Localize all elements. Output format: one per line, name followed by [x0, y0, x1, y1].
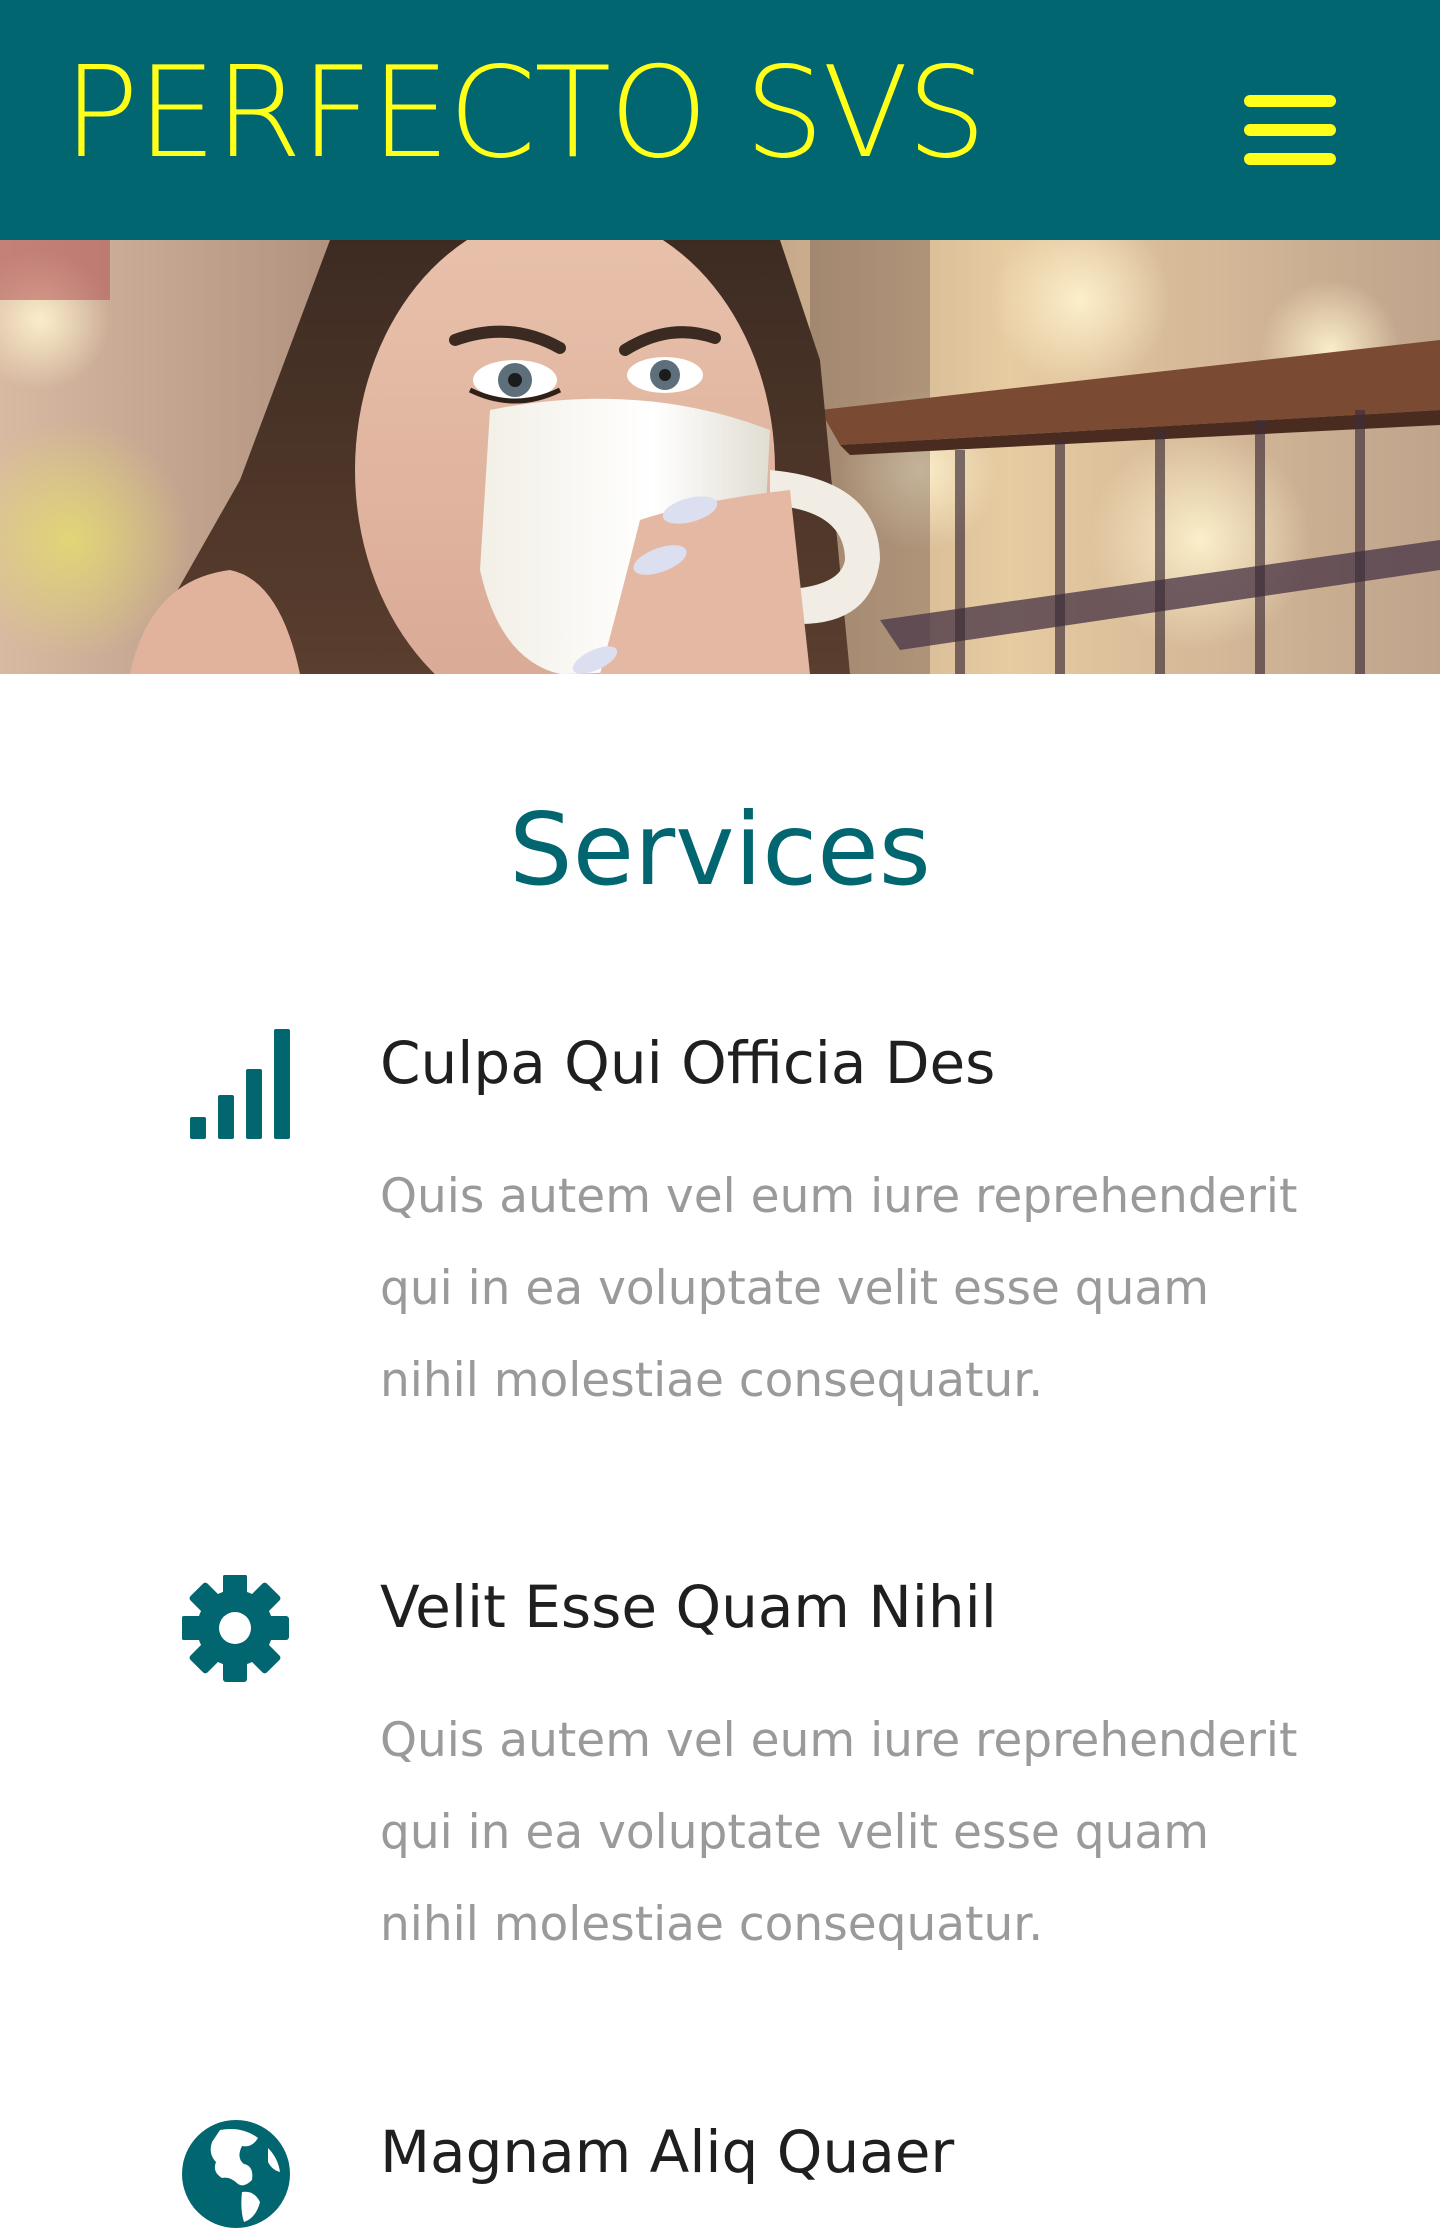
site-header: PERFECTO SVS — [0, 0, 1440, 240]
globe-icon — [182, 2118, 292, 2234]
gear-icon — [181, 1574, 292, 1691]
brand-logo-text[interactable]: PERFECTO SVS — [63, 38, 987, 188]
service-title: Velit Esse Quam Nihil — [380, 1573, 997, 1641]
signal-bars-icon — [182, 1025, 292, 1141]
service-title: Magnam Aliq Quaer — [380, 2118, 955, 2186]
hero-image — [0, 240, 1440, 674]
service-description: Quis autem vel eum iure reprehenderit qu… — [380, 1713, 1298, 1952]
service-title: Culpa Qui Officia Des — [380, 1029, 996, 1097]
hamburger-menu-icon[interactable] — [1244, 95, 1336, 165]
service-description: Quis autem vel eum iure reprehenderit qu… — [380, 1169, 1298, 1408]
services-heading: Services — [509, 791, 931, 908]
